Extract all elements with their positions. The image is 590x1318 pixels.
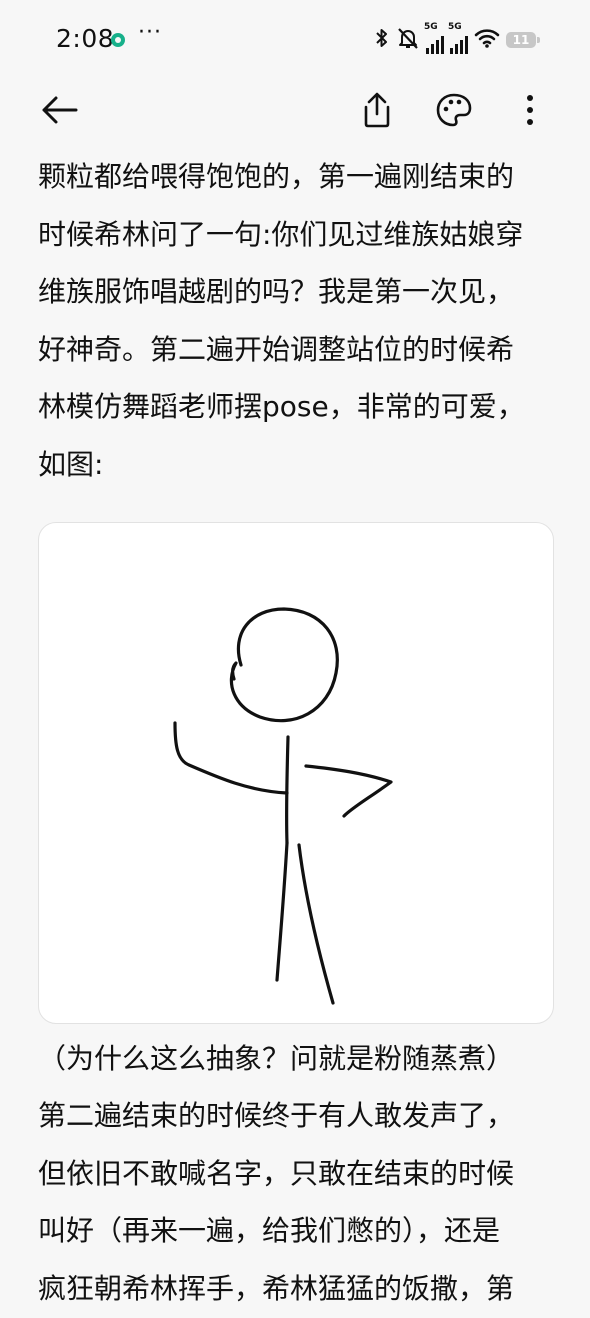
text-line: 维族服饰唱越剧的吗？我是第一次见， <box>38 275 515 309</box>
figure-left-leg <box>275 840 289 982</box>
stick-figure-image[interactable] <box>38 521 554 1024</box>
paragraph-after-image: （为什么这么抽象？问就是粉随蒸煮） 第二遍结束的时候终于有人敢发声了， 但依旧不… <box>38 1030 568 1318</box>
article-toolbar <box>0 80 590 146</box>
paragraph-before-image: 颗粒都给喂得饱饱的，第一遍刚结束的 时候希林问了一句:你们见过维族姑娘穿 维族服… <box>38 148 568 494</box>
status-bar: 2:08 ··· 5G 5G 11 <box>0 0 590 80</box>
more-menu-button[interactable] <box>508 90 552 134</box>
text-line: 颗粒都给喂得饱饱的，第一遍刚结束的 <box>38 160 515 193</box>
article-content: 颗粒都给喂得饱饱的，第一遍刚结束的 时候希林问了一句:你们见过维族姑娘穿 维族服… <box>38 148 568 1318</box>
text-line: 第二遍结束的时候终于有人敢发声了， <box>38 1099 515 1133</box>
theme-button[interactable] <box>432 90 476 134</box>
status-time: 2:08 <box>56 24 115 53</box>
back-button[interactable] <box>38 90 82 134</box>
text-line: 但依旧不敢喊名字，只敢在结束的时候 <box>38 1156 515 1190</box>
text-line: 疯狂朝希林挥手，希林猛猛的饭撒，第 <box>38 1271 515 1305</box>
wifi-icon <box>474 27 500 53</box>
stick-figure-drawing <box>173 606 393 1005</box>
figure-right-leg <box>297 842 335 1005</box>
battery-icon: 11 <box>506 32 540 48</box>
text-line: 好神奇。第二遍开始调整站位的时候希 <box>38 332 515 366</box>
figure-head <box>229 606 339 722</box>
signal-strength-icon-1: 5G <box>424 22 444 54</box>
share-button[interactable] <box>355 90 399 134</box>
arrow-left-icon <box>40 95 80 129</box>
status-icons: 5G 5G 11 <box>374 22 540 54</box>
share-icon <box>360 91 394 133</box>
signal-strength-icon-2: 5G <box>448 22 468 54</box>
text-line: 时候希林问了一句:你们见过维族姑娘穿 <box>38 217 524 251</box>
figure-torso <box>284 734 290 845</box>
palette-icon <box>435 92 473 132</box>
more-vertical-icon <box>525 93 535 131</box>
text-line: 林模仿舞蹈老师摆pose，非常的可爱， <box>38 390 525 424</box>
text-line: 如图: <box>38 447 104 481</box>
text-line: （为什么这么抽象？问就是粉随蒸煮） <box>38 1041 515 1075</box>
app-notification-icon <box>111 33 125 47</box>
figure-right-arm <box>304 763 393 818</box>
figure-left-arm <box>173 720 289 795</box>
more-notifications-icon: ··· <box>138 20 162 45</box>
bluetooth-icon <box>374 27 390 53</box>
text-line: 叫好（再来一遍，给我们憋的），还是 <box>38 1214 501 1248</box>
mute-bell-icon <box>396 26 420 54</box>
